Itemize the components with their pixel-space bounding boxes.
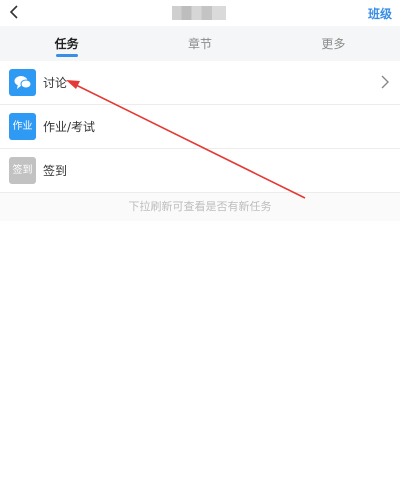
task-row-checkin[interactable]: 签到 签到 (0, 149, 400, 193)
checkin-icon: 签到 (9, 157, 36, 184)
task-row-discussion[interactable]: 讨论 (0, 61, 400, 105)
tab-tasks[interactable]: 任务 (0, 26, 133, 61)
task-label-homework: 作业/考试 (43, 120, 96, 134)
tab-chapters[interactable]: 章节 (133, 26, 266, 61)
chat-bubble-icon (9, 69, 36, 96)
top-bar: 班级 (0, 0, 400, 26)
task-label-checkin: 签到 (43, 164, 68, 178)
homework-icon: 作业 (9, 113, 36, 140)
chevron-right-icon (381, 75, 389, 89)
task-row-homework[interactable]: 作业 作业/考试 (0, 105, 400, 149)
task-label-discussion: 讨论 (43, 76, 68, 90)
task-list: 讨论 作业 作业/考试 签到 签到 (0, 61, 400, 193)
blurred-title (172, 6, 226, 20)
tab-bar: 任务 章节 更多 (0, 26, 400, 61)
pull-refresh-hint: 下拉刷新可查看是否有新任务 (0, 193, 400, 221)
class-link[interactable]: 班级 (368, 5, 392, 22)
tab-more[interactable]: 更多 (267, 26, 400, 61)
back-arrow-icon[interactable] (6, 3, 24, 21)
